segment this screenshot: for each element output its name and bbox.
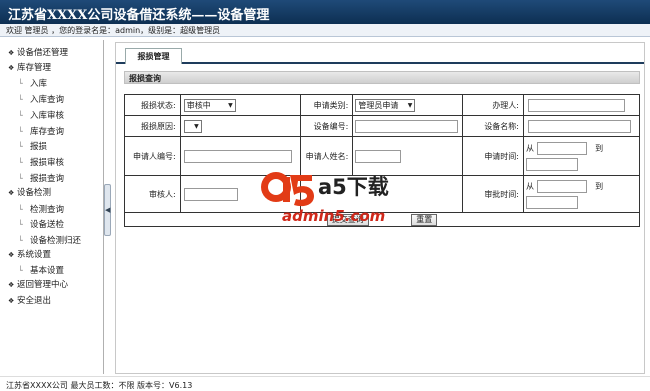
- sidebar-item-label: 入库: [30, 79, 48, 89]
- sidebar-item[interactable]: └ 基本设置: [0, 263, 104, 278]
- section-title: 报损查询: [124, 71, 640, 84]
- sidebar-item-label: 系统设置: [17, 250, 52, 260]
- device-name-label: 设备名称:: [462, 115, 525, 137]
- apply-time-start-input[interactable]: [536, 141, 587, 155]
- sidebar-item-label: 入库查询: [30, 95, 65, 105]
- status-select[interactable]: 审核中 ▼: [183, 98, 236, 112]
- sidebar: ❖ 设备借还管理 ❖ 库存管理 └ 入库 └ 入库查询 └ 入库审核 └ 库存查询 └ 报损 └ 报损审核 └ 报…: [0, 40, 104, 374]
- welcome-text: 欢迎 管理员 ，您的登录名是：admin，级别是：超级管理员: [0, 24, 650, 37]
- sidebar-item[interactable]: └ 库存查询: [0, 124, 104, 139]
- tree-branch-icon: └: [18, 236, 23, 245]
- from-label: 从: [526, 181, 535, 191]
- sidebar-item[interactable]: └ 设备送检: [0, 217, 104, 232]
- sidebar-item[interactable]: └ 报损审核: [0, 155, 104, 170]
- tab-bar: 报损管理: [116, 43, 644, 64]
- tree-branch-icon: └: [18, 220, 23, 229]
- watermark-logo: a5下载 admin5.com: [250, 163, 400, 229]
- sidebar-item[interactable]: └ 报损查询: [0, 171, 104, 186]
- to-label: 到: [595, 143, 604, 153]
- apply-time-label: 申请时间:: [462, 136, 525, 176]
- approve-time-label: 审批时间:: [462, 175, 525, 213]
- sidebar-item-label: 库存管理: [17, 63, 52, 73]
- footer: 江苏省XXXX公司 最大员工数：不限 版本号：V6.13: [0, 376, 650, 390]
- approve-time-start-input[interactable]: [536, 179, 587, 193]
- reason-label: 报损原因:: [124, 115, 181, 137]
- reset-button[interactable]: 重置: [411, 213, 438, 226]
- tree-branch-icon: └: [18, 205, 23, 214]
- reason-select[interactable]: ▼: [183, 119, 202, 133]
- status-label: 报损状态:: [124, 94, 181, 116]
- chevron-down-icon: ▼: [194, 122, 199, 130]
- tab-loss-management[interactable]: 报损管理: [125, 48, 182, 64]
- sidebar-item[interactable]: ❖ 返回管理中心: [0, 278, 104, 293]
- sidebar-item[interactable]: └ 入库审核: [0, 108, 104, 123]
- watermark-site: admin5.com: [282, 207, 385, 225]
- tree-branch-icon: └: [18, 142, 23, 151]
- sidebar-item-label: 报损: [30, 142, 48, 152]
- diamond-bullet-icon: ❖: [8, 189, 15, 197]
- chevron-down-icon: ▼: [228, 101, 233, 109]
- app-title: 江苏省XXXX公司设备借还系统——设备管理: [0, 0, 650, 24]
- sidebar-item[interactable]: ❖ 系统设置: [0, 248, 104, 263]
- collapse-sidebar-button[interactable]: ◀: [104, 184, 111, 236]
- apply-type-label: 申请类别:: [299, 94, 354, 116]
- reviewer-label: 审核人:: [124, 175, 181, 213]
- diamond-bullet-icon: ❖: [8, 281, 15, 289]
- watermark-brand: a5下载: [318, 175, 389, 199]
- sidebar-item[interactable]: └ 检测查询: [0, 202, 104, 217]
- handler-label: 办理人:: [462, 94, 525, 116]
- tree-branch-icon: └: [18, 127, 23, 136]
- tree-branch-icon: └: [18, 95, 23, 104]
- sidebar-item-label: 入库审核: [30, 111, 65, 121]
- sidebar-item-label: 安全退出: [17, 296, 52, 306]
- apply-time-end-input[interactable]: [526, 157, 579, 171]
- sidebar-item-label: 设备借还管理: [17, 48, 69, 58]
- sidebar-item[interactable]: └ 入库: [0, 76, 104, 91]
- sidebar-item-label: 检测查询: [30, 205, 65, 215]
- diamond-bullet-icon: ❖: [8, 297, 15, 305]
- sidebar-item-label: 报损查询: [30, 174, 65, 184]
- sidebar-item-label: 报损审核: [30, 158, 65, 168]
- applicant-no-input[interactable]: [183, 149, 292, 163]
- tree-branch-icon: └: [18, 79, 23, 88]
- sidebar-item[interactable]: ❖ 库存管理: [0, 61, 104, 76]
- to-label: 到: [595, 181, 604, 191]
- tree-branch-icon: └: [18, 158, 23, 167]
- apply-type-select[interactable]: 管理员申请 ▼: [355, 98, 416, 112]
- from-label: 从: [526, 143, 535, 153]
- applicant-name-input[interactable]: [355, 149, 402, 163]
- apply-type-select-value: 管理员申请: [358, 100, 399, 110]
- sidebar-item-label: 基本设置: [30, 266, 65, 276]
- diamond-bullet-icon: ❖: [8, 251, 15, 259]
- tree-branch-icon: └: [18, 174, 23, 183]
- diamond-bullet-icon: ❖: [8, 64, 15, 72]
- sidebar-item[interactable]: ❖ 安全退出: [0, 294, 104, 309]
- sidebar-item-label: 设备检测归还: [30, 236, 82, 246]
- sidebar-item-label: 库存查询: [30, 127, 65, 137]
- sidebar-item-label: 返回管理中心: [17, 280, 69, 290]
- sidebar-item[interactable]: └ 设备检测归还: [0, 233, 104, 248]
- diamond-bullet-icon: ❖: [8, 49, 15, 57]
- device-no-label: 设备编号:: [299, 115, 354, 137]
- sidebar-item-label: 设备检测: [17, 188, 52, 198]
- tree-branch-icon: └: [18, 111, 23, 120]
- sidebar-item[interactable]: ❖ 设备借还管理: [0, 46, 104, 61]
- tree-branch-icon: └: [18, 266, 23, 275]
- applicant-no-label: 申请人编号:: [124, 136, 181, 176]
- device-name-input[interactable]: [528, 119, 632, 133]
- sidebar-item[interactable]: ❖ 设备检测: [0, 186, 104, 201]
- reviewer-input[interactable]: [183, 187, 238, 201]
- approve-time-end-input[interactable]: [526, 195, 579, 209]
- sidebar-item-label: 设备送检: [30, 220, 65, 230]
- chevron-down-icon: ▼: [407, 101, 413, 109]
- status-select-value: 审核中: [186, 100, 211, 110]
- sidebar-item[interactable]: └ 入库查询: [0, 92, 104, 107]
- device-no-input[interactable]: [355, 119, 459, 133]
- handler-input[interactable]: [528, 98, 626, 112]
- sidebar-item[interactable]: └ 报损: [0, 139, 104, 154]
